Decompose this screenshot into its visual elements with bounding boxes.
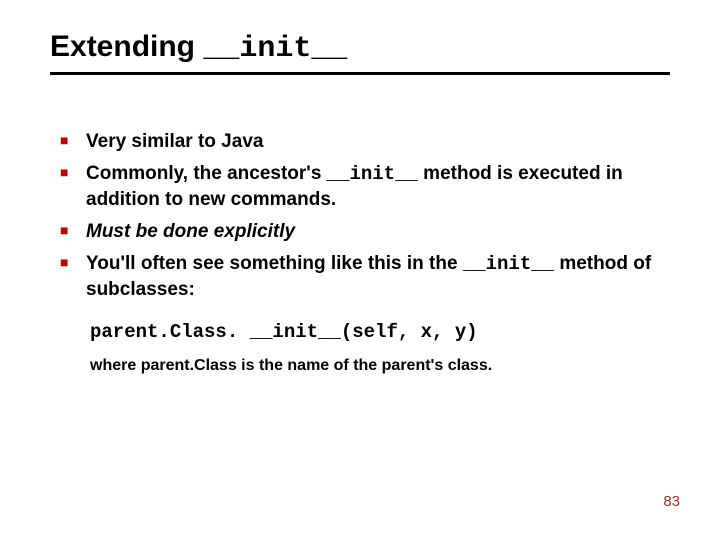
bullet-4-pre: You'll often see something like this in … xyxy=(86,253,463,274)
bullet-3-text: Must be done explicitly xyxy=(86,221,295,242)
footer-note: where parent.Class is the name of the pa… xyxy=(90,357,670,375)
bullet-list: Very similar to Java Commonly, the ances… xyxy=(60,129,670,303)
slide-body: Very similar to Java Commonly, the ances… xyxy=(50,129,670,375)
title-code: __init__ xyxy=(203,32,347,66)
title-prefix: Extending xyxy=(50,30,203,63)
bullet-2: Commonly, the ancestor's __init__ method… xyxy=(60,161,670,213)
bullet-3: Must be done explicitly xyxy=(60,219,670,245)
bullet-1: Very similar to Java xyxy=(60,129,670,155)
bullet-4-code: __init__ xyxy=(463,253,554,275)
bullet-1-text: Very similar to Java xyxy=(86,131,263,152)
bullet-4: You'll often see something like this in … xyxy=(60,251,670,303)
title-underline xyxy=(50,72,670,75)
bullet-2-code: __init__ xyxy=(327,163,418,185)
slide-title: Extending __init__ xyxy=(50,30,670,66)
bullet-2-pre: Commonly, the ancestor's xyxy=(86,163,327,184)
page-number: 83 xyxy=(663,493,680,510)
slide: Extending __init__ Very similar to Java … xyxy=(0,0,720,540)
code-example: parent.Class. __init__(self, x, y) xyxy=(90,321,670,343)
